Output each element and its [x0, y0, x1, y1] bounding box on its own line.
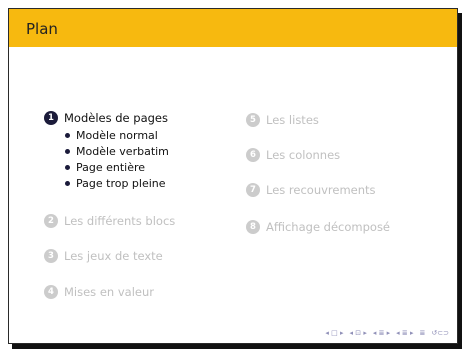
section-number: 1 — [44, 111, 58, 125]
section-number: 3 — [44, 249, 58, 263]
toc-section-8[interactable]: 8 Affichage décomposé — [246, 220, 390, 234]
bullet-icon — [65, 149, 70, 154]
toc-subsection-4[interactable]: Page trop pleine — [65, 177, 166, 190]
bullet-icon — [65, 165, 70, 170]
slide-title: Plan — [26, 20, 58, 38]
toc-subsection-1[interactable]: Modèle normal — [65, 129, 158, 142]
subsection-nav-icon[interactable]: ◂ ⊡ ▸ — [349, 329, 366, 337]
toc-section-5[interactable]: 5 Les listes — [246, 113, 319, 127]
section-label: Mises en valeur — [64, 285, 154, 299]
section-label: Les colonnes — [266, 148, 341, 162]
toc-subsection-2[interactable]: Modèle verbatim — [65, 145, 169, 158]
toc-section-4[interactable]: 4 Mises en valeur — [44, 285, 154, 299]
section-label: Les différents blocs — [64, 214, 176, 228]
toc-section-1[interactable]: 1 Modèles de pages — [44, 111, 168, 125]
section-nav-icon[interactable]: ◂ ≣ ▸ — [373, 329, 390, 337]
toc-subsection-3[interactable]: Page entière — [65, 161, 145, 174]
section-label: Les listes — [266, 113, 319, 127]
subsection-label: Page entière — [76, 161, 146, 174]
subsection-label: Modèle verbatim — [76, 145, 169, 158]
section-number: 6 — [246, 148, 260, 162]
toc-section-3[interactable]: 3 Les jeux de texte — [44, 249, 163, 263]
align-icon[interactable]: ≣ — [420, 329, 426, 337]
frame-nav-icon[interactable]: ◂ □ ▸ — [325, 329, 343, 337]
toc-section-2[interactable]: 2 Les différents blocs — [44, 214, 175, 228]
subsection-label: Page trop pleine — [76, 177, 166, 190]
search-icon[interactable]: ↺⊂⊃ — [431, 329, 449, 337]
subsection-label: Modèle normal — [76, 129, 158, 142]
title-bar: Plan — [9, 9, 457, 47]
section-number: 8 — [246, 220, 260, 234]
section-label: Affichage décomposé — [266, 220, 391, 234]
section-label: Modèles de pages — [64, 111, 168, 125]
section-number: 2 — [44, 214, 58, 228]
section-number: 5 — [246, 113, 260, 127]
beamer-nav-bar: ◂ □ ▸ ◂ ⊡ ▸ ◂ ≣ ▸ ◂ ≣ ▸ ≣ ↺⊂⊃ — [325, 329, 449, 337]
section-number: 7 — [246, 183, 260, 197]
section-label: Les recouvrements — [266, 183, 376, 197]
bullet-icon — [65, 133, 70, 138]
section-next-nav-icon[interactable]: ◂ ≣ ▸ — [396, 329, 413, 337]
section-label: Les jeux de texte — [64, 249, 163, 263]
slide: Plan 1 Modèles de pages Modèle normal Mo… — [8, 8, 458, 344]
section-number: 4 — [44, 285, 58, 299]
toc-section-6[interactable]: 6 Les colonnes — [246, 148, 340, 162]
toc-section-7[interactable]: 7 Les recouvrements — [246, 183, 376, 197]
bullet-icon — [65, 181, 70, 186]
